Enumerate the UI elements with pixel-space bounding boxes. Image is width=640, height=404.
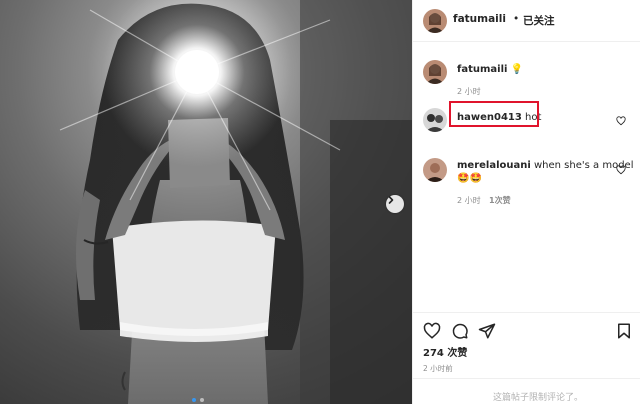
action-bar — [413, 312, 640, 339]
share-icon[interactable] — [478, 322, 496, 340]
bookmark-icon[interactable] — [615, 322, 633, 340]
heart-icon[interactable] — [616, 165, 626, 175]
comment-time: 2 小时 — [457, 196, 481, 205]
caption: fatumaili 💡 — [457, 64, 523, 75]
comment-icon[interactable] — [451, 322, 469, 340]
avatar-image — [423, 9, 447, 33]
post-header: fatumaili • 已关注 — [413, 0, 640, 42]
comment-like-count[interactable]: 1次赞 — [489, 195, 511, 206]
comment-username[interactable]: merelalouani — [457, 160, 531, 171]
carousel-indicator — [192, 398, 204, 402]
avatar-image — [423, 60, 447, 84]
heart-icon[interactable] — [616, 116, 626, 126]
caption-username[interactable]: fatumaili — [457, 64, 507, 75]
highlight-box — [449, 101, 539, 127]
follow-status-button[interactable]: 已关注 — [523, 13, 555, 28]
carousel-next-button[interactable] — [386, 195, 404, 213]
comment-avatar-hawen0413[interactable] — [423, 108, 447, 132]
heart-icon[interactable] — [423, 322, 441, 340]
carousel-dot-active — [192, 398, 196, 402]
comment-avatar-merelalouani[interactable] — [423, 158, 447, 182]
caption-time: 2 小时 — [457, 87, 481, 96]
header-separator: • — [513, 13, 520, 25]
header-username[interactable]: fatumaili — [453, 13, 506, 25]
comments-disabled-notice: 这篇帖子限制评论了。 — [413, 378, 640, 404]
photo-illustration — [59, 0, 412, 404]
post-side-panel: fatumaili • 已关注 fatumaili 💡 2 小时 hawen04… — [412, 0, 640, 404]
like-count[interactable]: 274 次赞 — [423, 344, 467, 359]
chevron-right-icon — [388, 196, 394, 204]
carousel-dot — [200, 398, 204, 402]
instagram-post-viewer: fatumaili • 已关注 fatumaili 💡 2 小时 hawen04… — [0, 0, 640, 404]
avatar-fatumaili[interactable] — [423, 9, 447, 33]
avatar-image — [423, 108, 447, 132]
comment-merelalouani: merelalouani when she's a model — [457, 160, 633, 171]
post-time-ago: 2 小时前 — [423, 364, 453, 373]
avatar-image — [423, 158, 447, 182]
caption-emoji: 💡 — [510, 64, 524, 75]
comment-emojis: 🤩🤩 — [457, 173, 482, 184]
post-photo[interactable] — [0, 0, 412, 404]
caption-avatar[interactable] — [423, 60, 447, 84]
